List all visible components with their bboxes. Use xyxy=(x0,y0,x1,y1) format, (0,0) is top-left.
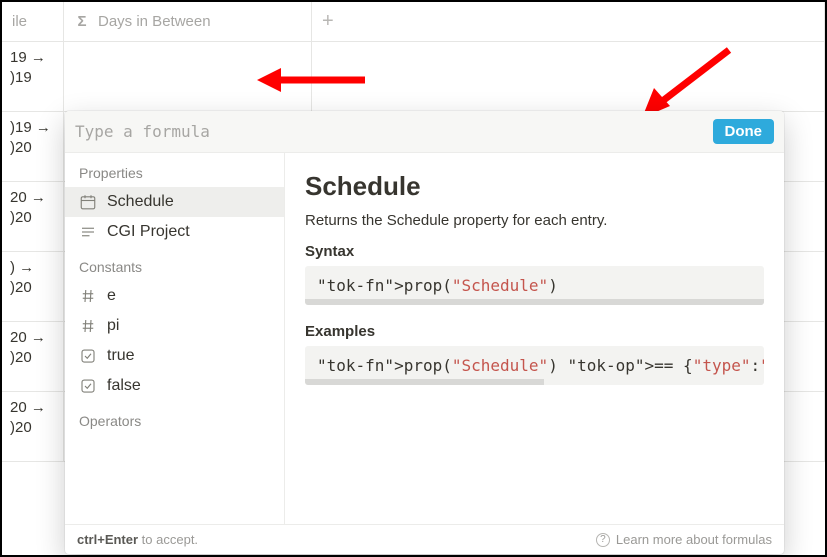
help-icon[interactable]: ? xyxy=(596,533,610,547)
learn-more-link[interactable]: Learn more about formulas xyxy=(616,532,772,547)
doc-title: Schedule xyxy=(305,171,764,202)
examples-code: "tok-fn">prop("Schedule") "tok-op">== {"… xyxy=(305,346,764,385)
column-header-label: Days in Between xyxy=(98,13,211,30)
sidebar-item-label: pi xyxy=(107,317,119,335)
syntax-label: Syntax xyxy=(305,243,764,260)
cell-schedule-fragment: ) →)20 xyxy=(2,252,64,321)
cell-schedule-fragment: )19 →)20 xyxy=(2,112,64,181)
examples-label: Examples xyxy=(305,323,764,340)
hash-icon xyxy=(79,317,97,335)
add-column-button[interactable]: + xyxy=(312,2,825,41)
date-icon xyxy=(79,193,97,211)
formula-sidebar[interactable]: Properties Schedule CGI Project Constants ep… xyxy=(65,153,285,524)
formula-footer: ctrl+Enter to accept. ? Learn more about… xyxy=(65,524,784,554)
formula-input[interactable] xyxy=(75,122,703,141)
sigma-icon: Σ xyxy=(74,13,90,30)
sidebar-item-label: false xyxy=(107,377,141,395)
done-button[interactable]: Done xyxy=(713,119,775,144)
table-header-row: ile Σ Days in Between + xyxy=(2,2,825,42)
syntax-code: "tok-fn">prop("Schedule") xyxy=(305,266,764,305)
doc-description: Returns the Schedule property for each e… xyxy=(305,212,764,229)
sidebar-group-label: Constants xyxy=(65,247,284,281)
sidebar-item-label: e xyxy=(107,287,116,305)
column-header-formula[interactable]: Σ Days in Between xyxy=(64,2,312,41)
cell-schedule-fragment: 20 →)20 xyxy=(2,322,64,391)
sidebar-item-true[interactable]: true xyxy=(65,341,284,371)
sidebar-item-pi[interactable]: pi xyxy=(65,311,284,341)
hash-icon xyxy=(79,287,97,305)
formula-doc-panel: Schedule Returns the Schedule property f… xyxy=(285,153,784,524)
sidebar-item-false[interactable]: false xyxy=(65,371,284,401)
cell-schedule-fragment: 20 →)20 xyxy=(2,392,64,461)
checkbox-icon xyxy=(79,347,97,365)
text-icon xyxy=(79,223,97,241)
shortcut-hint: ctrl+Enter to accept. xyxy=(77,532,198,547)
sidebar-group-label: Operators xyxy=(65,401,284,435)
plus-icon: + xyxy=(322,10,334,33)
sidebar-item-label: true xyxy=(107,347,135,365)
sidebar-item-label: Schedule xyxy=(107,193,174,211)
cell-schedule-fragment: 19 →)19 xyxy=(2,42,64,111)
sidebar-item-label: CGI Project xyxy=(107,223,190,241)
checkbox-icon xyxy=(79,377,97,395)
formula-editor-popup: Done Properties Schedule CGI Project Consta… xyxy=(65,111,784,554)
cell-empty xyxy=(312,42,825,111)
sidebar-group-label: Properties xyxy=(65,153,284,187)
column-header-fragment[interactable]: ile xyxy=(2,2,64,41)
cell-formula[interactable] xyxy=(64,42,312,111)
sidebar-item-schedule[interactable]: Schedule xyxy=(65,187,284,217)
formula-input-row: Done xyxy=(65,111,784,153)
sidebar-item-cgi-project[interactable]: CGI Project xyxy=(65,217,284,247)
sidebar-item-e[interactable]: e xyxy=(65,281,284,311)
table-row[interactable]: 19 →)19 xyxy=(2,42,825,112)
cell-schedule-fragment: 20 →)20 xyxy=(2,182,64,251)
